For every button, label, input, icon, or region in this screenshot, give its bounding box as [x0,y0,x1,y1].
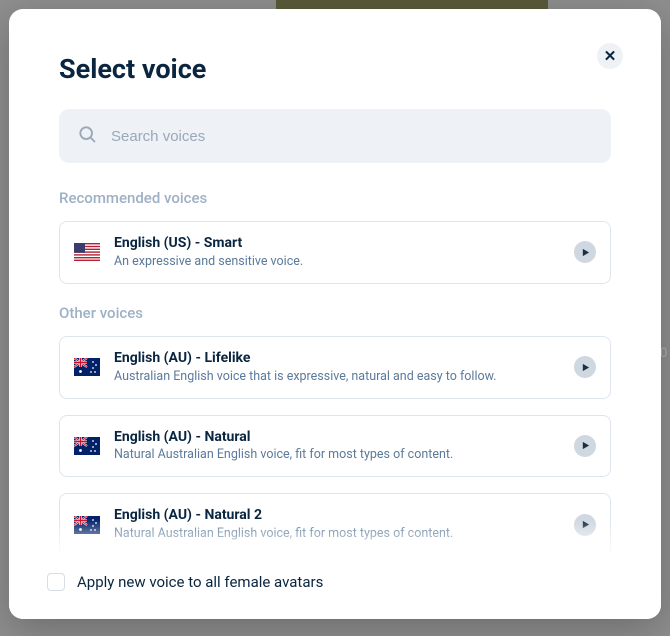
flag-au-icon [74,437,100,455]
flag-au-icon [74,358,100,376]
search-field[interactable] [59,109,611,163]
voice-desc: Natural Australian English voice, fit fo… [114,447,560,464]
voice-card[interactable]: English (AU) - Natural 2 Natural Austral… [59,493,611,556]
flag-au-icon [74,516,100,534]
search-icon [77,124,97,148]
close-icon: ✕ [604,47,617,65]
voice-name: English (US) - Smart [114,234,560,253]
play-button[interactable] [574,241,596,263]
voice-desc: Natural Australian English voice, fit fo… [114,526,560,543]
apply-all-checkbox[interactable] [47,573,65,591]
voice-text: English (US) - Smart An expressive and s… [114,234,560,271]
flag-us-icon [74,243,100,261]
modal-title: Select voice [59,53,611,85]
close-button[interactable]: ✕ [597,43,623,69]
modal-footer: Apply new voice to all female avatars [9,555,661,619]
voice-name: English (AU) - Lifelike [114,349,560,368]
voice-card[interactable]: English (US) - Smart An expressive and s… [59,221,611,284]
play-icon [581,363,590,372]
play-button[interactable] [574,356,596,378]
voice-name: English (AU) - Natural [114,428,560,447]
voice-desc: An expressive and sensitive voice. [114,254,560,271]
select-voice-modal: ✕ Select voice Recommended voices Englis… [9,9,661,619]
voice-text: English (AU) - Natural 2 Natural Austral… [114,506,560,543]
voice-desc: Australian English voice that is express… [114,369,560,386]
recommended-section-label: Recommended voices [59,189,611,207]
voice-name: English (AU) - Natural 2 [114,506,560,525]
play-button[interactable] [574,514,596,536]
voice-text: English (AU) - Natural Natural Australia… [114,428,560,465]
search-input[interactable] [111,128,593,145]
play-icon [581,441,590,450]
play-button[interactable] [574,435,596,457]
apply-all-label: Apply new voice to all female avatars [77,573,323,591]
voice-card[interactable]: English (AU) - Natural Natural Australia… [59,415,611,478]
voice-card[interactable]: English (AU) - Lifelike Australian Engli… [59,336,611,399]
play-icon [581,248,590,257]
play-icon [581,520,590,529]
voice-text: English (AU) - Lifelike Australian Engli… [114,349,560,386]
other-section-label: Other voices [59,304,611,322]
